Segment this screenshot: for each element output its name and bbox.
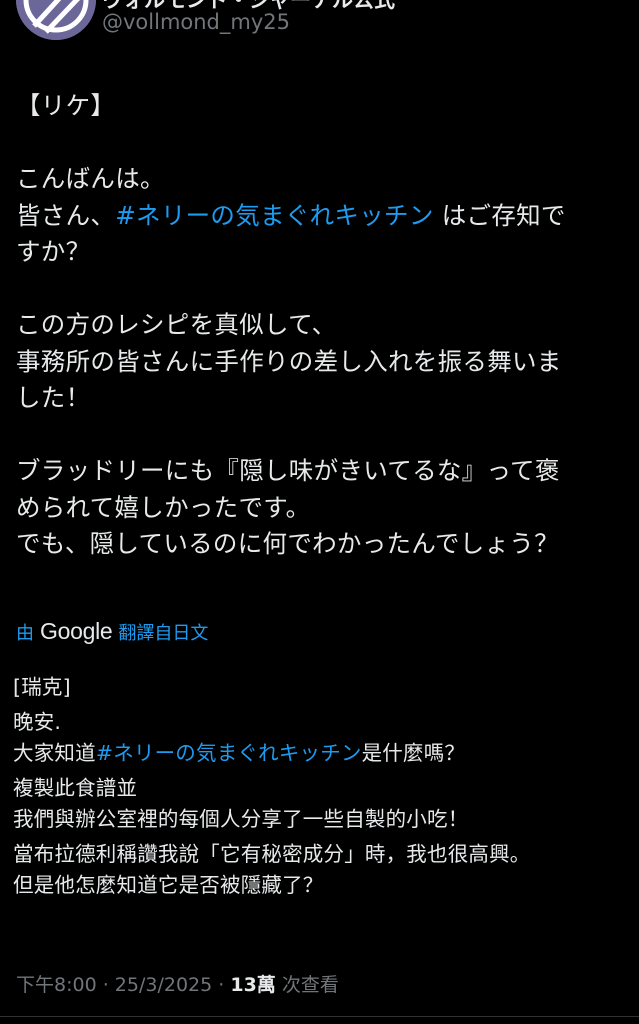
text-line: すか？ bbox=[16, 237, 91, 266]
translation-paragraph: 複製此食譜並我們與辦公室裡的每個人分享了一些自製的小吃！ bbox=[13, 773, 628, 835]
hashtag-link[interactable]: #ネリーの気まぐれキッチン bbox=[115, 201, 433, 230]
view-count: 13萬 bbox=[230, 974, 276, 996]
translation-prefix: 由 bbox=[16, 622, 34, 644]
text-line: 複製此食譜並 bbox=[13, 776, 138, 800]
translation-source-label[interactable]: 翻譯自日文 bbox=[118, 619, 208, 645]
text-line: ブラッドリーにも『隠し味がきいてるな』って褒 bbox=[16, 456, 560, 485]
text-line: 皆さん、#ネリーの気まぐれキッチン はご存知で bbox=[16, 198, 626, 235]
translation-paragraph: 當布拉德利稱讚我說「它有秘密成分」時，我也很高興。 但是他怎麼知道它是否被隱藏了？ bbox=[13, 839, 628, 901]
line-text: 皆さん、 bbox=[16, 200, 116, 230]
tweet-date[interactable]: 25/3/2025 bbox=[115, 974, 212, 996]
line-text: はご存知で bbox=[433, 200, 566, 230]
tweet-time[interactable]: 下午8:00 bbox=[16, 974, 97, 996]
text-line: この方のレシピを真似して、 bbox=[16, 310, 337, 339]
line-text: 大家知道 bbox=[13, 741, 96, 765]
text-line: 事務所の皆さんに手作りの差し入れを振る舞いま bbox=[16, 346, 562, 376]
translation-paragraph: [瑞克] bbox=[13, 672, 628, 703]
text-line: められて嬉しかったです。 bbox=[16, 492, 311, 522]
text-line: 我們與辦公室裡的每個人分享了一些自製的小吃！ bbox=[13, 807, 469, 831]
user-handle[interactable]: @vollmond_my25 bbox=[102, 10, 290, 34]
hashtag-link[interactable]: #ネリーの気まぐれキッチン bbox=[96, 741, 362, 765]
text-line: [瑞克] bbox=[13, 675, 71, 699]
divider bbox=[0, 1016, 639, 1017]
text-line: 當布拉德利稱讚我說「它有秘密成分」時，我也很高興。 bbox=[13, 842, 531, 866]
avatar[interactable] bbox=[16, 0, 96, 40]
text-line: 晚安. bbox=[13, 710, 62, 734]
text-line: した！ bbox=[16, 383, 91, 412]
moon-emblem-icon bbox=[16, 0, 96, 40]
meta-separator: · bbox=[96, 974, 115, 996]
text-line: 【リケ】 bbox=[16, 91, 116, 120]
text-line: 但是他怎麼知道它是否被隱藏了？ bbox=[13, 873, 324, 897]
text-line: こんばんは。 bbox=[16, 164, 165, 193]
line-text: 是什麼嗎？ bbox=[361, 741, 466, 765]
translation-paragraph: 晚安. 大家知道#ネリーの気まぐれキッチン是什麼嗎？ bbox=[13, 707, 628, 769]
tweet-translated-text: [瑞克] 晚安. 大家知道#ネリーの気まぐれキッチン是什麼嗎？ 複製此食譜並我們與辦公… bbox=[13, 672, 628, 905]
text-line: 大家知道#ネリーの気まぐれキッチン是什麼嗎？ bbox=[13, 738, 628, 769]
tweet-meta: 下午8:00 · 25/3/2025 · 13萬 次查看 bbox=[16, 970, 339, 997]
translation-attribution[interactable]: 由 Google 翻譯自日文 bbox=[16, 618, 208, 645]
google-logo: Google bbox=[40, 618, 113, 644]
tweet-original-text: 【リケ】 こんばんは。 皆さん、#ネリーの気まぐれキッチン はご存知で すか？ この方の… bbox=[16, 88, 626, 563]
text-line: でも、隠しているのに何でわかったんでしょう？ bbox=[16, 529, 559, 558]
meta-separator: · bbox=[212, 974, 231, 996]
view-count-label: 次查看 bbox=[275, 974, 339, 996]
